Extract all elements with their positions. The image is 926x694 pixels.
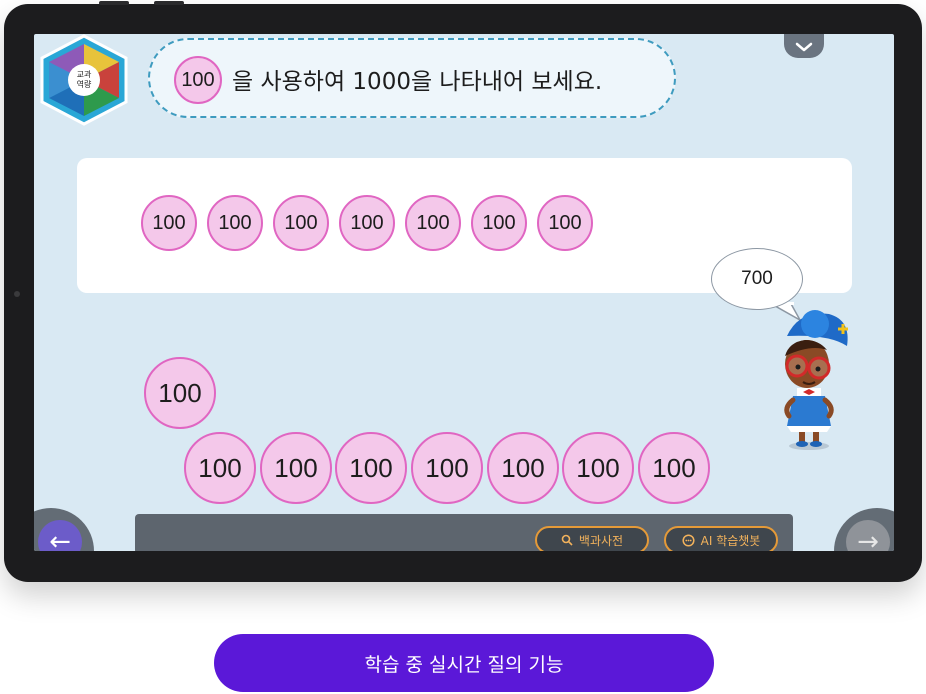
arrow-left-icon: ←	[38, 520, 82, 551]
workspace-coin[interactable]: 100	[411, 432, 483, 504]
tablet-button	[99, 1, 129, 5]
speech-bubble: 700	[711, 248, 803, 310]
dictionary-label: 백과사전	[578, 533, 624, 548]
hundred-coin: 100	[174, 56, 222, 104]
workspace-coin[interactable]: 100	[184, 432, 256, 504]
bottom-toolbar: 백과사전 AI 학습챗봇	[135, 514, 793, 551]
workspace-coin[interactable]: 100	[638, 432, 710, 504]
competency-badge-icon: 교과 역량	[40, 34, 128, 126]
workspace-coin[interactable]: 100	[335, 432, 407, 504]
instruction-text: 을 사용하여 1000을 나타내어 보세요.	[232, 69, 603, 95]
chevron-down-icon	[795, 42, 813, 52]
workspace-coin[interactable]: 100	[487, 432, 559, 504]
previous-button[interactable]: ←	[34, 508, 94, 551]
camera-dot	[14, 291, 20, 297]
workspace-coin[interactable]: 100	[562, 432, 634, 504]
app-screen: 교과 역량 100 을 사용하여 1000을 나타내어 보세요. 100 100…	[34, 34, 894, 551]
svg-text:교과: 교과	[77, 70, 92, 79]
arrow-right-icon: →	[846, 520, 890, 551]
workspace-coin[interactable]: 100	[144, 357, 216, 429]
board-coin[interactable]: 100	[273, 195, 329, 251]
chat-bubble-icon	[682, 533, 695, 547]
tablet-button	[154, 1, 184, 5]
board-coin[interactable]: 100	[405, 195, 461, 251]
collapse-tab[interactable]	[784, 34, 824, 58]
ai-chatbot-button[interactable]: AI 학습챗봇	[664, 526, 778, 551]
ai-chatbot-label: AI 학습챗봇	[700, 533, 761, 548]
feature-label-button[interactable]: 학습 중 실시간 질의 기능	[214, 634, 714, 692]
dictionary-button[interactable]: 백과사전	[535, 526, 649, 551]
board-coin[interactable]: 100	[537, 195, 593, 251]
instruction-bubble: 100 을 사용하여 1000을 나타내어 보세요.	[148, 38, 676, 118]
svg-text:역량: 역량	[77, 79, 92, 89]
student-character-icon	[784, 310, 848, 450]
board-coin[interactable]: 100	[141, 195, 197, 251]
next-button[interactable]: →	[834, 508, 894, 551]
board-coin[interactable]: 100	[207, 195, 263, 251]
board-coin[interactable]: 100	[471, 195, 527, 251]
search-icon	[561, 534, 573, 546]
board-coin[interactable]: 100	[339, 195, 395, 251]
workspace-coin[interactable]: 100	[260, 432, 332, 504]
